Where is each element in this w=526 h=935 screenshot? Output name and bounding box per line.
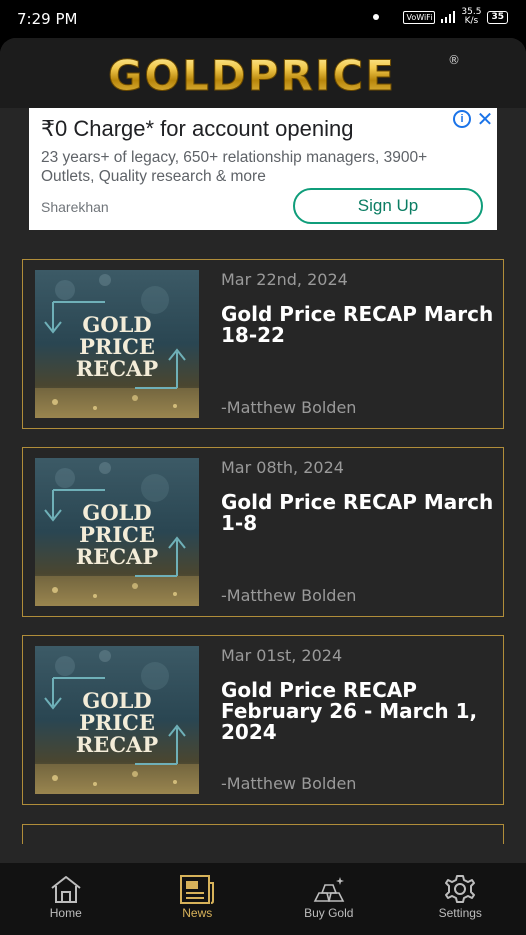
nav-label-settings: Settings (438, 906, 482, 920)
svg-text:RECAP: RECAP (76, 356, 158, 381)
gold-recap-image: GOLD PRICE RECAP (35, 270, 199, 418)
app-container: GOLDPRICE ® ₹0 Charge* for account openi… (0, 38, 526, 935)
news-card[interactable]: GOLD PRICE RECAP Mar 01st, 2024 Gold Pri… (22, 635, 504, 805)
gear-icon (445, 875, 476, 903)
ad-close-icon[interactable]: ✕ (476, 108, 494, 130)
ad-banner[interactable]: ₹0 Charge* for account opening i ✕ 23 ye… (29, 108, 497, 230)
news-thumbnail: GOLD PRICE RECAP (35, 270, 199, 418)
notification-dot-icon (373, 14, 380, 20)
nav-label-home: Home (49, 906, 82, 920)
nav-item-buy-gold[interactable]: Buy Gold (263, 863, 395, 935)
ad-description: 23 years+ of legacy, 650+ relationship m… (41, 149, 428, 185)
ad-signup-button[interactable]: Sign Up (293, 188, 483, 224)
ad-brand: Sharekhan (41, 199, 109, 215)
network-speed: 35.5 K/s (461, 8, 481, 26)
news-thumbnail: GOLD PRICE RECAP (35, 646, 199, 794)
battery-icon: 35 (487, 10, 508, 24)
bottom-nav: Home News Buy Gold Settings (0, 863, 526, 935)
news-author: -Matthew Bolden (221, 398, 357, 417)
news-title[interactable]: Gold Price RECAP March 1-8 (221, 492, 499, 534)
news-author: -Matthew Bolden (221, 774, 357, 793)
status-icons: VoWiFi 35.5 K/s 35 (373, 8, 508, 26)
nav-item-home[interactable]: Home (0, 863, 132, 935)
news-date: Mar 08th, 2024 (221, 458, 344, 477)
gold-recap-image: GOLD PRICE RECAP (35, 646, 199, 794)
nav-item-news[interactable]: News (132, 863, 264, 935)
news-thumbnail: GOLD PRICE RECAP (35, 458, 199, 606)
vowifi-icon: VoWiFi (403, 10, 436, 24)
gold-recap-image: GOLD PRICE RECAP (35, 458, 199, 606)
svg-text:RECAP: RECAP (76, 544, 158, 569)
signal-icon (441, 11, 456, 23)
news-title[interactable]: Gold Price RECAP March 18-22 (221, 304, 499, 346)
news-card[interactable]: GOLD PRICE RECAP Mar 22nd, 2024 Gold Pri… (22, 259, 504, 429)
news-card[interactable]: GOLD PRICE RECAP Mar 08th, 2024 Gold Pri… (22, 447, 504, 617)
logo-text: GOLDPRICE (108, 51, 396, 98)
gold-bars-icon (313, 877, 345, 902)
goldprice-logo: GOLDPRICE ® (107, 51, 460, 99)
ad-title[interactable]: ₹0 Charge* for account opening (41, 116, 353, 142)
ad-info-icon[interactable]: i (453, 110, 471, 128)
home-icon (51, 876, 81, 903)
status-bar: 7:29 PM VoWiFi 35.5 K/s 35 (0, 0, 526, 38)
nav-item-settings[interactable]: Settings (395, 863, 526, 935)
news-author: -Matthew Bolden (221, 586, 357, 605)
network-speed-unit: K/s (464, 16, 479, 26)
app-header: GOLDPRICE ® (0, 38, 526, 108)
news-date: Mar 22nd, 2024 (221, 270, 348, 289)
svg-text:RECAP: RECAP (76, 732, 158, 757)
news-card-partial[interactable] (22, 824, 504, 844)
newspaper-icon (180, 875, 215, 904)
news-title[interactable]: Gold Price RECAP February 26 - March 1, … (221, 680, 499, 743)
logo-registered-mark: ® (448, 53, 460, 67)
news-date: Mar 01st, 2024 (221, 646, 343, 665)
status-time: 7:29 PM (17, 10, 78, 28)
nav-label-buy-gold: Buy Gold (304, 906, 354, 920)
nav-label-news: News (182, 906, 213, 920)
